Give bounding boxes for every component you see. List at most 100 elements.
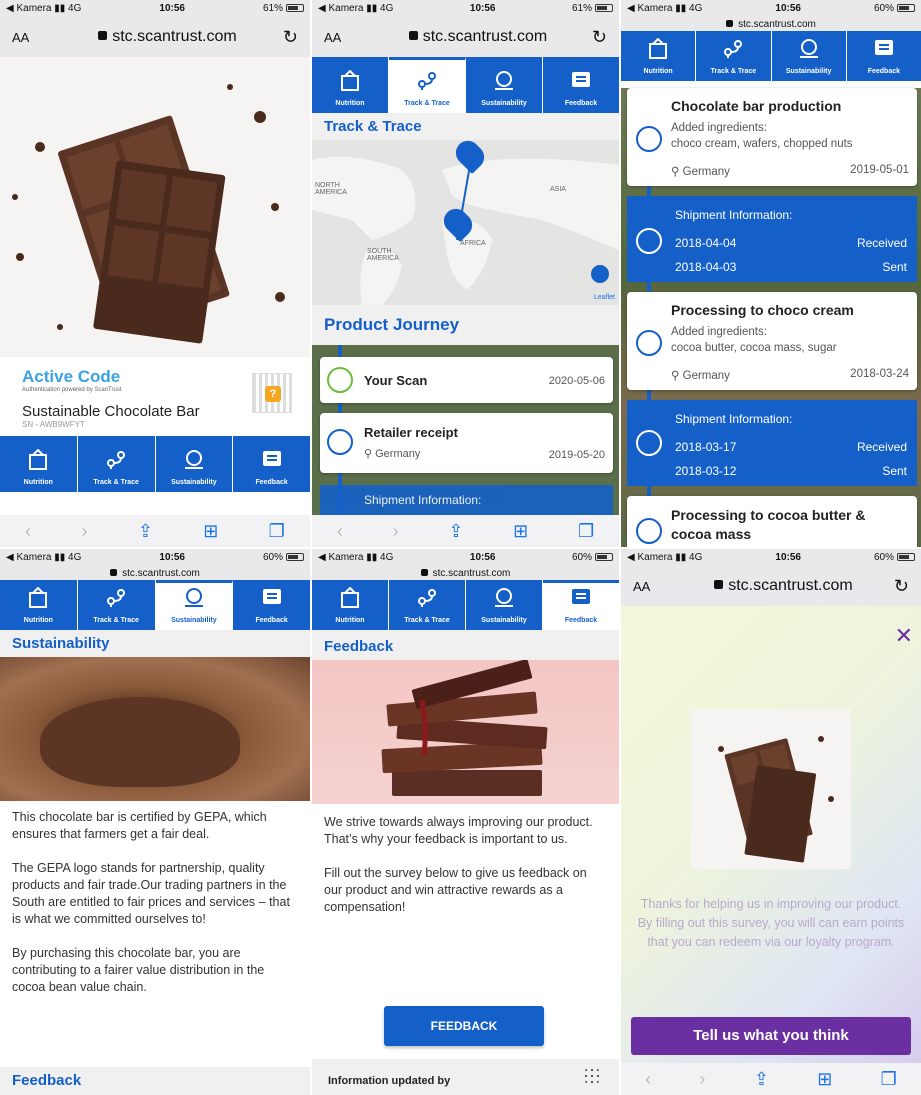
forward-icon[interactable]: › (393, 521, 399, 542)
tab-track-trace[interactable]: Track & Trace (78, 580, 156, 630)
battery: 61% (263, 3, 304, 14)
tab-nutrition[interactable]: Nutrition (0, 580, 78, 630)
clock: 10:56 (159, 552, 185, 563)
journey-list: Chocolate bar production Added ingredien… (621, 88, 921, 547)
share-icon[interactable]: ⇪ (754, 1069, 769, 1090)
back-icon[interactable]: ‹ (337, 521, 343, 542)
bookmarks-icon[interactable]: ⊞ (817, 1069, 832, 1090)
battery: 60% (572, 552, 613, 563)
tab-track-trace[interactable]: Track & Trace (696, 31, 772, 81)
basket-icon (341, 70, 359, 91)
processing-icon (636, 126, 662, 152)
carrier: ◀ Kamera ▮▮ 4G (318, 552, 394, 563)
reload-icon[interactable]: ↻ (283, 27, 298, 48)
battery-level (596, 6, 607, 11)
forward-icon[interactable]: › (699, 1069, 705, 1090)
route-icon (418, 72, 436, 90)
tab-feedback[interactable]: Feedback (233, 580, 310, 630)
url-bar[interactable]: stc.scantrust.com (0, 566, 310, 580)
paragraph: We strive towards always improving our p… (324, 815, 593, 846)
feedback-button[interactable]: FEEDBACK (384, 1006, 544, 1046)
tab-track-trace[interactable]: Track & Trace (389, 580, 466, 630)
section-title: Feedback (312, 630, 619, 660)
tab-feedback[interactable]: Feedback (233, 436, 310, 492)
code-info: Active Code Authentication powered by Sc… (0, 357, 310, 435)
status-bar: ◀ Kamera ▮▮ 4G 10:56 60% (312, 549, 619, 566)
tab-feedback[interactable]: Feedback (543, 580, 619, 630)
url-bar[interactable]: AA stc.scantrust.com ↻ (312, 17, 619, 57)
bookmarks-icon[interactable]: ⊞ (203, 521, 218, 542)
route-icon (724, 40, 743, 58)
reader-button[interactable]: AA (324, 30, 364, 45)
map[interactable]: NORTH AMERICA SOUTH AMERICA AFRICA ASIA … (312, 140, 619, 305)
forward-icon[interactable]: › (81, 521, 87, 542)
leaflet-attribution[interactable]: Leaflet (594, 294, 615, 301)
tab-sustainability[interactable]: Sustainability (466, 580, 543, 630)
tab-sustainability[interactable]: Sustainability (466, 57, 543, 113)
url-bar[interactable]: stc.scantrust.com (621, 17, 921, 31)
tab-sustainability[interactable]: Sustainability (156, 436, 234, 492)
tab-nutrition[interactable]: Nutrition (0, 436, 78, 492)
tabs-icon[interactable]: ❐ (269, 521, 285, 542)
url-bar[interactable]: stc.scantrust.com (312, 566, 619, 580)
status-bar: ◀ Kamera ▮▮ 4G 10:56 60% (621, 0, 921, 17)
powered-by: Authentication powered by ScanTrust (22, 387, 122, 393)
serial-number: SN - AWB9WFYT (22, 420, 85, 429)
basket-icon (29, 449, 48, 470)
step-title: Processing to cocoa butter & cocoa mass (671, 507, 866, 542)
reader-button[interactable]: AA (12, 30, 52, 45)
journey-card-retailer: Retailer receipt ⚲ Germany 2019-05-20 (320, 413, 613, 473)
globe-hand-icon (184, 450, 203, 469)
tab-nutrition[interactable]: Nutrition (312, 580, 389, 630)
tab-track-trace[interactable]: Track & Trace (78, 436, 156, 492)
back-icon[interactable]: ‹ (25, 521, 31, 542)
tab-nutrition[interactable]: Nutrition (621, 31, 697, 81)
globe-hand-icon (495, 71, 513, 90)
retailer-title: Retailer receipt (364, 425, 458, 440)
tab-feedback[interactable]: Feedback (847, 31, 921, 81)
reader-button[interactable]: AA (633, 579, 673, 594)
step-title: Processing to choco cream (671, 302, 854, 318)
tab-nutrition[interactable]: Nutrition (312, 57, 389, 113)
shipment-title: Shipment Information: (675, 412, 793, 426)
tab-track-trace[interactable]: Track & Trace (389, 57, 466, 113)
step-location: ⚲ Germany (671, 166, 730, 178)
message-icon (262, 589, 281, 604)
battery: 61% (572, 3, 613, 14)
share-icon[interactable]: ⇪ (448, 521, 463, 542)
journey-header: Product Journey (312, 305, 619, 345)
safari-toolbar: ‹ › ⇪ ⊞ ❐ (0, 515, 310, 547)
sustainability-text: This chocolate bar is certified by GEPA,… (0, 801, 310, 996)
feedback-text: We strive towards always improving our p… (312, 804, 619, 916)
bookmarks-icon[interactable]: ⊞ (513, 521, 528, 542)
retailer-location: ⚲ Germany (364, 448, 421, 460)
tab-bar: Nutrition Track & Trace Sustainability F… (621, 31, 921, 81)
close-icon[interactable]: ✕ (895, 623, 913, 649)
url-bar[interactable]: AA stc.scantrust.com ↻ (621, 566, 921, 606)
safari-toolbar: ‹ › ⇪ ⊞ ❐ (621, 1063, 921, 1095)
battery: 60% (874, 3, 915, 14)
tab-feedback[interactable]: Feedback (543, 57, 619, 113)
reload-icon[interactable]: ↻ (894, 576, 909, 597)
battery-level (287, 6, 298, 11)
carrier: ◀ Kamera ▮▮ 4G (6, 3, 82, 14)
paragraph: The GEPA logo stands for partnership, qu… (12, 861, 290, 926)
clock: 10:56 (159, 3, 185, 14)
route-icon (107, 589, 126, 607)
chocolate-stack-image (312, 659, 619, 804)
location-pin-icon: ⚲ (671, 370, 683, 382)
paragraph: This chocolate bar is certified by GEPA,… (12, 810, 267, 841)
url-bar[interactable]: AA stc.scantrust.com ↻ (0, 17, 310, 57)
product-image (0, 57, 310, 357)
tabs-icon[interactable]: ❐ (578, 521, 594, 542)
scan-title: Your Scan (364, 373, 428, 388)
tab-sustainability[interactable]: Sustainability (772, 31, 847, 81)
share-icon[interactable]: ⇪ (138, 521, 153, 542)
reload-icon[interactable]: ↻ (592, 27, 607, 48)
back-icon[interactable]: ‹ (645, 1069, 651, 1090)
tabs-icon[interactable]: ❐ (881, 1069, 897, 1090)
fullscreen-icon[interactable] (591, 265, 609, 283)
tab-sustainability[interactable]: Sustainability (155, 580, 234, 630)
tab-bar: Nutrition Track & Trace Sustainability F… (0, 436, 310, 492)
tell-us-button[interactable]: Tell us what you think (631, 1017, 911, 1055)
